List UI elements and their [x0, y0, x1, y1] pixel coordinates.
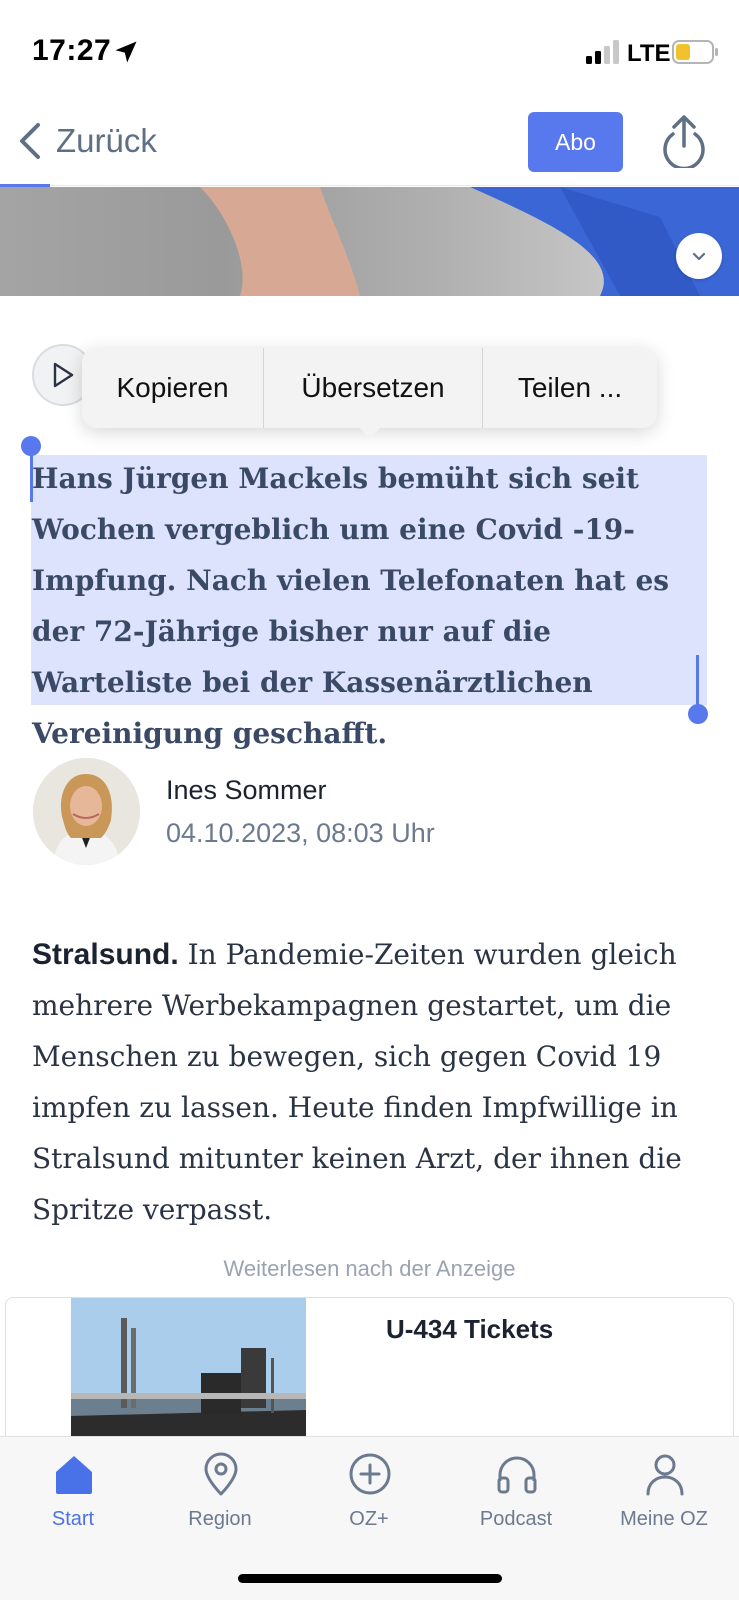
publish-date: 04.10.2023, 08:03 Uhr [166, 818, 435, 848]
tab-podcast[interactable]: Podcast [451, 1451, 581, 1541]
back-button[interactable]: Zurück [14, 116, 157, 166]
share-icon[interactable] [658, 114, 710, 168]
menu-copy[interactable]: Kopieren [82, 348, 264, 428]
home-indicator[interactable] [238, 1574, 502, 1583]
tab-label: Podcast [479, 1508, 553, 1530]
plus-circle-icon [349, 1453, 391, 1495]
tab-label: Start [51, 1508, 95, 1530]
location-arrow-icon [115, 41, 137, 63]
chevron-left-icon [20, 123, 40, 159]
status-time: 17:27 [32, 34, 112, 67]
article-lead[interactable]: Hans Jürgen Mackels bemüht sich seit Woc… [32, 453, 712, 759]
tab-label: Region [188, 1508, 252, 1530]
status-bar: 17:27 LTE [0, 0, 739, 100]
article-hero-image [0, 187, 739, 296]
ad-card[interactable]: U-434 Tickets [5, 1297, 734, 1457]
selection-start-handle-knob[interactable] [21, 436, 41, 456]
menu-translate[interactable]: Übersetzen [264, 348, 483, 428]
chevron-down-icon [692, 252, 706, 261]
headphones-icon [497, 1456, 537, 1494]
author-avatar[interactable] [33, 758, 140, 865]
tab-oz-plus[interactable]: OZ+ [304, 1451, 434, 1541]
tab-meine-oz[interactable]: Meine OZ [599, 1451, 729, 1541]
network-label: LTE [627, 40, 671, 67]
ad-image [71, 1298, 306, 1456]
tab-label: Meine OZ [620, 1508, 708, 1530]
subscribe-button[interactable]: Abo [528, 112, 623, 172]
dateline: Stralsund. [32, 938, 179, 971]
menu-caret [358, 426, 382, 439]
signal-icon [586, 40, 619, 64]
body-paragraph: In Pandemie-Zeiten wurden gleich mehrere… [32, 938, 682, 1226]
article-body: Stralsund. In Pandemie-Zeiten wurden gle… [32, 929, 712, 1235]
play-icon [53, 362, 74, 388]
tab-label: OZ+ [349, 1508, 389, 1530]
text-context-menu: Kopieren Übersetzen Teilen ... [82, 348, 657, 428]
selection-end-handle-knob[interactable] [688, 704, 708, 724]
nav-bar: Zurück Abo [0, 100, 739, 186]
collapse-image-button[interactable] [676, 233, 722, 279]
back-label: Zurück [56, 122, 157, 159]
home-icon [56, 1456, 92, 1494]
ad-title: U-434 Tickets [386, 1314, 554, 1344]
map-pin-icon [204, 1452, 238, 1496]
tab-region[interactable]: Region [155, 1451, 285, 1541]
menu-share[interactable]: Teilen ... [483, 348, 657, 428]
ad-label: Weiterlesen nach der Anzeige [223, 1256, 516, 1281]
battery-icon [672, 40, 718, 64]
user-icon [646, 1454, 684, 1496]
tab-start[interactable]: Start [8, 1451, 138, 1541]
author-name[interactable]: Ines Sommer [166, 775, 327, 806]
